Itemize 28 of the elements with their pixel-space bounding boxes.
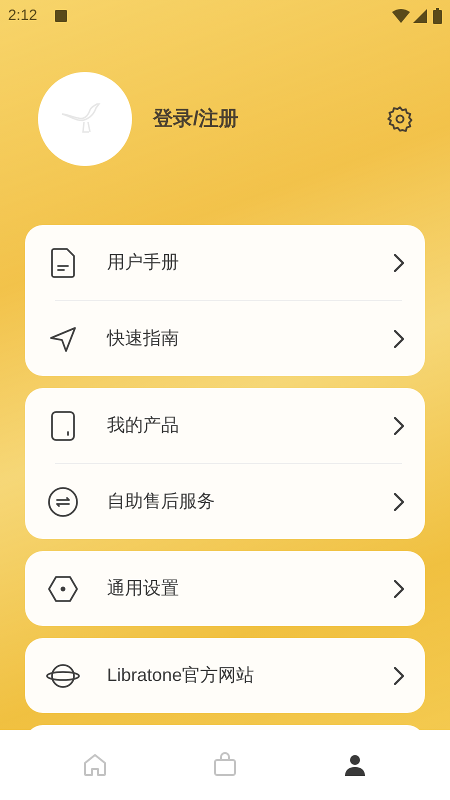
menu-item[interactable]: 通用设置 bbox=[45, 551, 405, 626]
wifi-icon bbox=[392, 9, 410, 23]
settings-icon[interactable] bbox=[386, 105, 414, 133]
device-icon bbox=[50, 410, 76, 442]
hexagon-icon bbox=[47, 574, 79, 602]
keyboard-icon bbox=[55, 10, 68, 22]
bag-icon bbox=[212, 752, 238, 778]
chevron-right-icon bbox=[393, 492, 405, 512]
chevron-right-icon bbox=[393, 578, 405, 598]
chevron-right-icon bbox=[393, 416, 405, 436]
battery-icon bbox=[433, 8, 442, 24]
menu-item[interactable]: Libratone官方网站 bbox=[45, 638, 405, 713]
chevron-right-icon bbox=[393, 666, 405, 686]
planet-icon bbox=[45, 662, 81, 690]
menu-item[interactable]: 我的产品 bbox=[45, 388, 405, 463]
login-register-link[interactable]: 登录/注册 bbox=[153, 104, 239, 134]
menu-item[interactable]: 自助售后服务 bbox=[45, 464, 405, 539]
exchange-icon bbox=[47, 486, 79, 518]
menu-item[interactable]: 快速指南 bbox=[45, 301, 405, 376]
home-icon bbox=[82, 752, 108, 778]
chevron-right-icon bbox=[393, 252, 405, 272]
signal-icon bbox=[413, 9, 427, 23]
document-icon bbox=[50, 246, 76, 278]
person-icon bbox=[342, 752, 368, 778]
status-time: 2:12 bbox=[8, 6, 38, 26]
chevron-right-icon bbox=[393, 328, 405, 348]
menu-item[interactable]: 用户手册 bbox=[45, 225, 405, 300]
send-icon bbox=[49, 324, 77, 352]
